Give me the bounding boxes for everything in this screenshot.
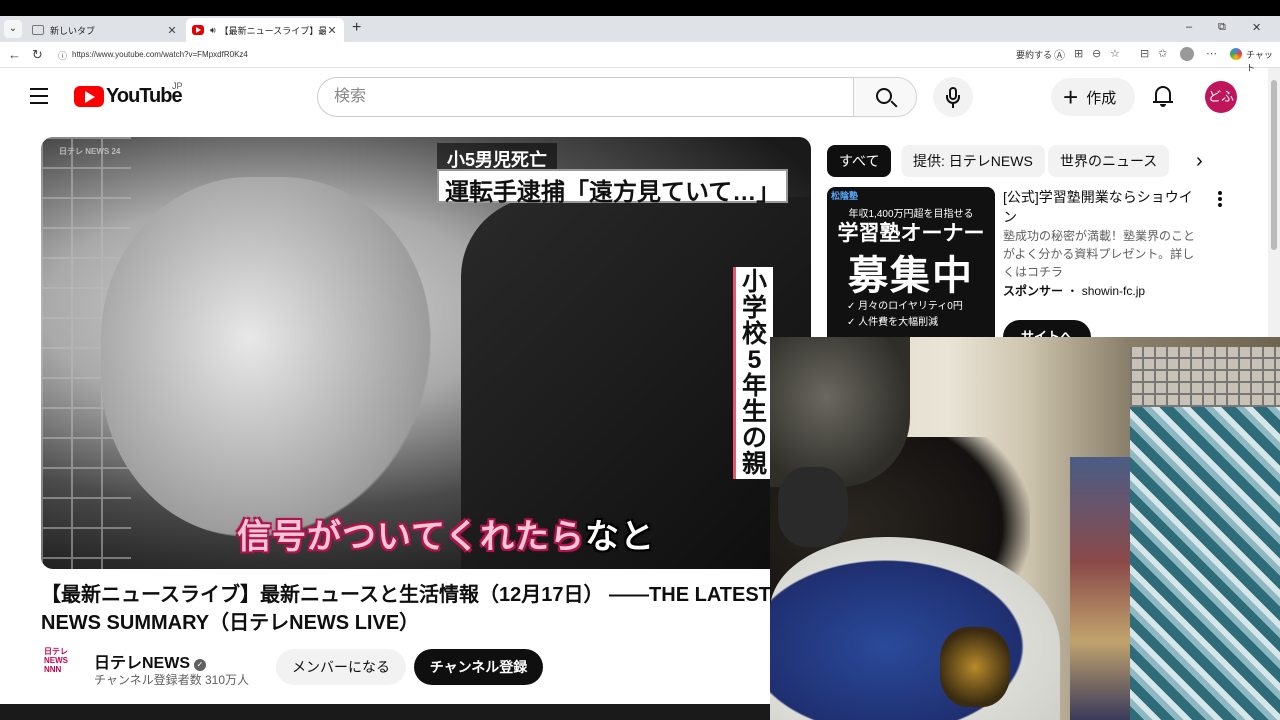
browser-tab-strip: ⌄ 新しいタブ ✕ 🔊︎ 【最新ニュースライブ】最新ニュース ✕ + – ⧉ ✕ xyxy=(0,16,1280,42)
notifications-bell-icon[interactable] xyxy=(1153,84,1173,108)
subscriber-count: チャンネル登録者数 310万人 xyxy=(94,673,249,687)
webcam-wire-shelf xyxy=(1130,347,1280,407)
ad-title[interactable]: [公式]学習塾開業ならショウイン xyxy=(1003,187,1199,227)
bell-dome xyxy=(1155,86,1171,102)
ad-more-options-icon[interactable] xyxy=(1217,191,1223,209)
create-label: 作成 xyxy=(1086,89,1117,107)
guide-menu-icon[interactable] xyxy=(30,88,48,104)
scrollbar-thumb[interactable] xyxy=(1271,80,1277,250)
more-options-icon[interactable]: ⋯ xyxy=(1206,47,1217,60)
video-subtitle: 信号がついてくれたらなと xyxy=(237,509,655,558)
ad-thumb-line4: ✓ 月々のロイヤリティ0円 xyxy=(847,301,963,312)
caption-main: 運転手逮捕「遠方見ていて…」 xyxy=(437,169,789,206)
search-input[interactable]: 検索 xyxy=(317,77,854,117)
back-arrow-icon[interactable]: ← xyxy=(8,47,21,62)
url-field[interactable]: https://www.youtube.com/watch?v=FMpxdfR0… xyxy=(72,50,248,59)
address-bar: ← ↻ ⓘ https://www.youtube.com/watch?v=FM… xyxy=(0,42,1280,73)
bell-base xyxy=(1153,101,1173,103)
news24-logo: 日テレ NEWS 24 xyxy=(59,147,121,156)
tab-youtube[interactable]: 🔊︎ 【最新ニュースライブ】最新ニュース ✕ xyxy=(186,18,344,42)
chip-provider[interactable]: 提供: 日テレNEWS xyxy=(901,145,1045,177)
voice-search-button[interactable] xyxy=(933,77,973,117)
summarize-button[interactable]: 要約する xyxy=(1016,48,1052,61)
subscribe-button[interactable]: チャンネル登録 xyxy=(414,649,543,685)
reader-icon[interactable]: ⊞ xyxy=(1074,47,1083,60)
reload-icon[interactable]: ↻ xyxy=(32,47,43,63)
subtitle-highlight: 信号がついてくれたら xyxy=(237,518,585,556)
translate-icon[interactable]: Ⓐ xyxy=(1054,47,1065,63)
youtube-logo-icon[interactable] xyxy=(74,86,104,107)
bottom-dark-strip xyxy=(0,704,770,720)
microphone-stand xyxy=(946,95,960,104)
region-code: JP xyxy=(172,81,183,91)
webcam-overlay xyxy=(770,337,1280,720)
minimize-icon[interactable]: – xyxy=(1186,21,1192,33)
video-player[interactable]: 日テレ NEWS 24 小5男児死亡 運転手逮捕「遠方見ていて…」 小学校5年生… xyxy=(41,137,811,569)
ad-description: 塾成功の秘密が満載！塾業界のことがよく分かる資料プレゼント。詳しくはコチラ xyxy=(1003,229,1196,279)
favorites-icon[interactable]: ✩ xyxy=(1158,47,1167,60)
blank-page-icon xyxy=(32,25,44,35)
ad-thumb-line5: ✓ 人件費を大幅削減 xyxy=(847,317,939,328)
tab-close-icon[interactable]: ✕ xyxy=(166,24,178,37)
site-info-icon[interactable]: ⓘ xyxy=(58,49,67,62)
video-scene-fleece xyxy=(101,177,431,537)
screen: ⌄ 新しいタブ ✕ 🔊︎ 【最新ニュースライブ】最新ニュース ✕ + – ⧉ ✕… xyxy=(0,0,1280,720)
microphone-foot xyxy=(952,104,954,108)
tab-title: 新しいタブ xyxy=(50,25,96,36)
ad-brand-label: 松陰塾 xyxy=(831,191,859,201)
create-button[interactable]: + 作成 xyxy=(1051,78,1135,116)
copilot-icon[interactable] xyxy=(1230,48,1242,60)
search-icon-handle xyxy=(890,100,898,108)
channel-name-row[interactable]: 日テレNEWS ✓ xyxy=(94,649,207,673)
bell-clapper xyxy=(1160,104,1166,107)
split-screen-icon[interactable]: ⊟ xyxy=(1140,47,1149,60)
search-button[interactable] xyxy=(853,77,917,117)
close-window-icon[interactable]: ✕ xyxy=(1252,21,1261,34)
join-membership-button[interactable]: メンバーになる xyxy=(276,649,406,685)
webcam-curtain xyxy=(1130,407,1280,720)
sponsor-label: スポンサー xyxy=(1003,284,1064,298)
youtube-favicon-icon xyxy=(192,25,204,35)
youtube-wordmark[interactable]: YouTube xyxy=(106,85,183,108)
webcam-person-hat xyxy=(770,337,910,487)
tab-actions-menu-icon[interactable]: ⌄ xyxy=(4,20,22,38)
profile-avatar[interactable] xyxy=(1180,47,1194,61)
favorite-star-icon[interactable]: ☆ xyxy=(1110,47,1120,60)
ad-sponsor-line: スポンサー ・ showin-fc.jp xyxy=(1003,284,1146,298)
chip-world-news[interactable]: 世界のニュース xyxy=(1048,145,1170,177)
video-title: 【最新ニュースライブ】最新ニュースと生活情報（12月17日） ――THE LAT… xyxy=(41,584,771,634)
top-black-border xyxy=(0,0,1280,16)
zoom-icon[interactable]: ⊖ xyxy=(1092,47,1101,60)
tab-close-icon[interactable]: ✕ xyxy=(326,24,338,37)
tab-title: 【最新ニュースライブ】最新ニュース xyxy=(219,25,326,36)
ad-thumbnail[interactable]: 松陰塾 年収1,400万円超を目指せる 学習塾オーナー 募集中 ✓ 月々のロイヤ… xyxy=(827,187,995,337)
verified-check-icon: ✓ xyxy=(194,659,207,671)
account-avatar[interactable]: どふ xyxy=(1205,81,1237,113)
new-tab-plus-icon[interactable]: + xyxy=(352,19,361,37)
speaker-icon[interactable]: 🔊︎ xyxy=(210,25,216,36)
channel-logo[interactable]: 日テレ NEWS NNN xyxy=(44,647,76,685)
webcam-jacket-patch xyxy=(940,627,1010,707)
tab-new-tab[interactable]: 新しいタブ ✕ xyxy=(26,18,184,42)
chevron-right-icon[interactable]: › xyxy=(1196,150,1203,173)
chip-all[interactable]: すべて xyxy=(827,145,892,177)
ad-thumb-line3: 募集中 xyxy=(848,254,974,298)
plus-icon: + xyxy=(1063,82,1079,112)
sponsor-site: showin-fc.jp xyxy=(1081,284,1146,298)
webcam-person-mask xyxy=(778,467,848,547)
caption-vertical: 小学校5年生の親 xyxy=(733,267,773,479)
subtitle-rest: なと xyxy=(584,518,655,556)
restore-icon[interactable]: ⧉ xyxy=(1218,21,1226,34)
channel-name[interactable]: 日テレNEWS xyxy=(94,655,190,672)
